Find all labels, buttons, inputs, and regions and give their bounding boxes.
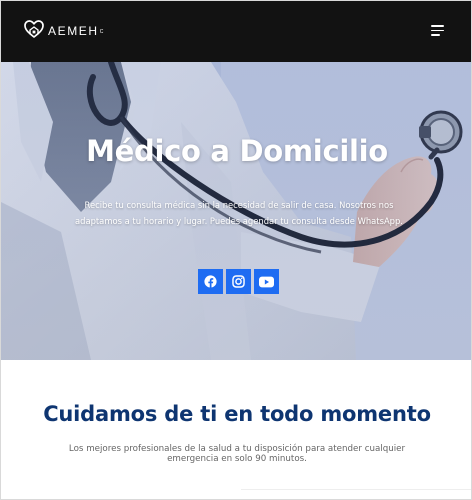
page-frame: AEMEHC Médico a Domicilio Recibe tu cons… <box>0 0 472 500</box>
hero-description: Recibe tu consulta médica sin la necesid… <box>75 200 403 226</box>
divider <box>241 489 471 490</box>
hamburger-menu-icon[interactable] <box>431 24 445 36</box>
youtube-button[interactable] <box>254 269 279 294</box>
hero-section: Médico a Domicilio Recibe tu consulta mé… <box>1 62 471 360</box>
site-logo[interactable]: AEMEHC <box>23 16 103 42</box>
care-section: Cuidamos de ti en todo momento Los mejor… <box>1 360 471 499</box>
section-text: Los mejores profesionales de la salud a … <box>68 444 406 464</box>
section-title: Cuidamos de ti en todo momento <box>43 402 431 426</box>
logo-text: AEMEH <box>48 23 99 38</box>
facebook-button[interactable] <box>198 269 223 294</box>
heart-house-icon <box>23 18 45 40</box>
site-header: AEMEHC <box>1 1 471 62</box>
hero-title: Médico a Domicilio <box>86 134 388 168</box>
logo-suffix: C <box>99 28 104 35</box>
instagram-button[interactable] <box>226 269 251 294</box>
youtube-icon <box>259 276 274 287</box>
social-links <box>198 269 279 294</box>
instagram-icon <box>232 275 245 288</box>
facebook-icon <box>204 275 217 288</box>
